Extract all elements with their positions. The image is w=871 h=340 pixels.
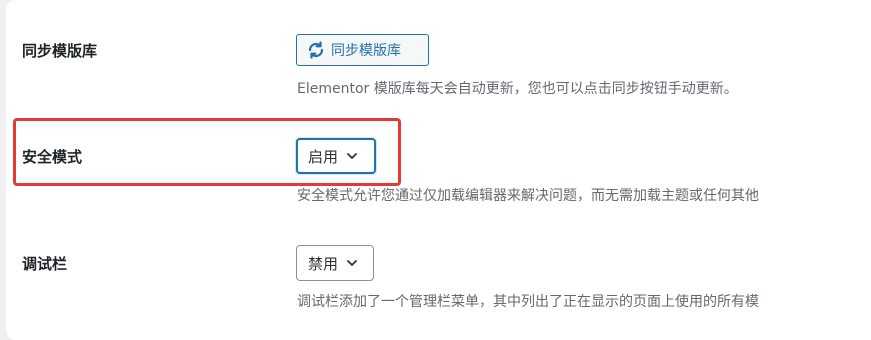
safe-mode-description: 安全模式允许您通过仅加载编辑器来解决问题，而无需加载主题或任何其他 (297, 188, 759, 204)
debug-bar-select[interactable]: 禁用 (296, 245, 374, 281)
safe-mode-label: 安全模式 (22, 148, 83, 166)
sync-library-button-label: 同步模版库 (331, 43, 401, 59)
chevron-down-icon (347, 260, 357, 266)
debug-bar-label: 调试栏 (22, 255, 68, 273)
chevron-down-icon (347, 153, 357, 159)
debug-bar-selected-value: 禁用 (308, 254, 339, 273)
debug-bar-description: 调试栏添加了一个管理栏菜单，其中列出了正在显示的页面上使用的所有模 (297, 294, 759, 310)
safe-mode-select[interactable]: 启用 (296, 138, 376, 174)
sync-library-description: Elementor 模版库每天会自动更新，您也可以点击同步按钮手动更新。 (297, 81, 738, 97)
sync-library-label: 同步模版库 (22, 42, 98, 60)
sync-library-button[interactable]: 同步模版库 (296, 34, 429, 66)
sync-icon (308, 41, 324, 59)
safe-mode-selected-value: 启用 (308, 147, 339, 166)
